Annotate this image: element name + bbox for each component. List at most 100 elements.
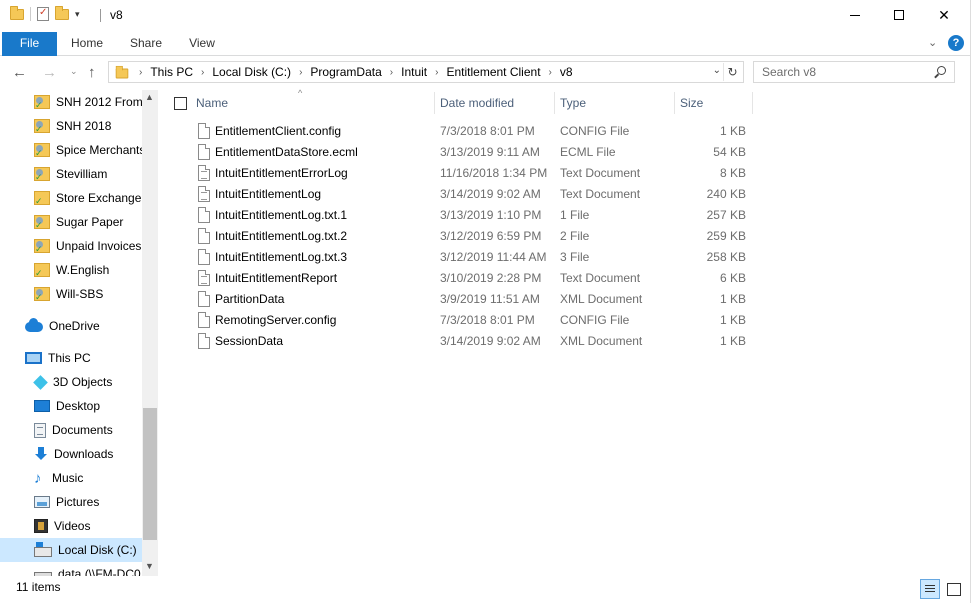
- navigation-pane: SNH 2012 From SNH 2018 Spice Merchants S…: [0, 90, 158, 576]
- minimize-button[interactable]: [832, 0, 878, 30]
- file-row[interactable]: RemotingServer.config 7/3/2018 8:01 PM C…: [192, 310, 752, 331]
- column-header-name[interactable]: Name: [196, 90, 432, 116]
- sidebar-item-onedrive[interactable]: OneDrive: [0, 314, 142, 338]
- file-type: CONFIG File: [560, 313, 630, 327]
- maximize-button[interactable]: [876, 0, 922, 30]
- up-arrow-icon[interactable]: ↑: [88, 64, 96, 81]
- details-view-icon[interactable]: [920, 579, 940, 599]
- file-row[interactable]: IntuitEntitlementReport 3/10/2019 2:28 P…: [192, 268, 752, 289]
- file-size: 259 KB: [706, 229, 746, 243]
- breadcrumb-this-pc[interactable]: This PC: [146, 65, 197, 79]
- sidebar-item-label: Documents: [52, 423, 113, 437]
- breadcrumb-local-disk[interactable]: Local Disk (C:): [208, 65, 295, 79]
- select-all-checkbox[interactable]: [174, 97, 187, 110]
- sidebar-item-downloads[interactable]: Downloads: [0, 442, 142, 466]
- column-divider[interactable]: [434, 92, 435, 114]
- sidebar-item-snh-2012-from[interactable]: SNH 2012 From: [0, 90, 142, 114]
- sidebar-item-3d-objects[interactable]: 3D Objects: [0, 370, 142, 394]
- tab-share[interactable]: Share: [120, 32, 172, 56]
- scroll-up-arrow-icon[interactable]: ▲: [145, 92, 154, 102]
- sidebar-item-store-exchange[interactable]: Store Exchange: [0, 186, 142, 210]
- file-row[interactable]: SessionData 3/14/2019 9:02 AM XML Docume…: [192, 331, 752, 352]
- breadcrumb-separator-icon[interactable]: ›: [545, 67, 556, 78]
- sidebar-item-network-drive[interactable]: data (\\FM-DC0: [0, 562, 142, 576]
- back-arrow-icon[interactable]: ←: [12, 64, 27, 81]
- qb-folder-icon: [34, 119, 50, 135]
- local-disk-icon: [34, 541, 52, 557]
- file-date: 3/10/2019 2:28 PM: [440, 271, 542, 285]
- customize-toolbar-dropdown-icon[interactable]: ▾: [75, 9, 80, 20]
- pictures-icon: [34, 496, 50, 508]
- column-header-date[interactable]: Date modified: [440, 90, 552, 116]
- search-input[interactable]: [754, 62, 924, 82]
- tab-view[interactable]: View: [178, 32, 226, 56]
- file-row[interactable]: IntuitEntitlementLog.txt.3 3/12/2019 11:…: [192, 247, 752, 268]
- sidebar-item-pictures[interactable]: Pictures: [0, 490, 142, 514]
- breadcrumb-programdata[interactable]: ProgramData: [306, 65, 385, 79]
- music-icon: ♪: [34, 469, 42, 487]
- column-header-type[interactable]: Type: [560, 90, 672, 116]
- close-button[interactable]: ✕: [921, 0, 967, 30]
- file-type: 3 File: [560, 250, 590, 264]
- folder-icon: [34, 191, 50, 207]
- sidebar-item-desktop[interactable]: Desktop: [0, 394, 142, 418]
- file-row[interactable]: IntuitEntitlementErrorLog 11/16/2018 1:3…: [192, 163, 752, 184]
- breadcrumb-v8[interactable]: v8: [556, 65, 577, 79]
- file-name: PartitionData: [215, 292, 285, 306]
- sidebar-item-unpaid-invoices[interactable]: Unpaid Invoices: [0, 234, 142, 258]
- sidebar-item-w-english[interactable]: W.English: [0, 258, 142, 282]
- sidebar-item-stevilliam[interactable]: Stevilliam: [0, 162, 142, 186]
- column-divider[interactable]: [554, 92, 555, 114]
- file-row[interactable]: IntuitEntitlementLog 3/14/2019 9:02 AM T…: [192, 184, 752, 205]
- help-icon[interactable]: ?: [948, 35, 964, 51]
- recent-locations-chevron-icon[interactable]: ⌄: [70, 66, 78, 77]
- search-box[interactable]: [753, 61, 955, 83]
- column-divider[interactable]: [752, 92, 753, 114]
- sidebar-scrollbar-thumb[interactable]: [143, 408, 157, 540]
- breadcrumb-intuit[interactable]: Intuit: [397, 65, 431, 79]
- large-icons-view-icon[interactable]: [943, 579, 963, 599]
- file-row[interactable]: PartitionData 3/9/2019 11:51 AM XML Docu…: [192, 289, 752, 310]
- sidebar-item-will-sbs[interactable]: Will-SBS: [0, 282, 142, 306]
- qb-folder-icon: [34, 215, 50, 231]
- column-header-size[interactable]: Size: [680, 90, 750, 116]
- file-name: IntuitEntitlementLog.txt.2: [215, 229, 348, 243]
- breadcrumb-separator-icon[interactable]: ›: [135, 67, 146, 78]
- refresh-icon[interactable]: ↻: [723, 63, 741, 81]
- sidebar-item-videos[interactable]: Videos: [0, 514, 142, 538]
- sidebar-item-spice-merchants[interactable]: Spice Merchants: [0, 138, 142, 162]
- breadcrumb-entitlement-client[interactable]: Entitlement Client: [442, 65, 544, 79]
- sidebar-item-this-pc[interactable]: This PC: [0, 346, 142, 370]
- search-icon[interactable]: [937, 66, 946, 75]
- sidebar-item-snh-2018[interactable]: SNH 2018: [0, 114, 142, 138]
- ribbon: File Home Share View ⌄ ?: [0, 32, 971, 56]
- address-dropdown-chevron-icon[interactable]: ⌄: [713, 65, 721, 76]
- file-row[interactable]: EntitlementClient.config 7/3/2018 8:01 P…: [192, 121, 752, 142]
- file-row[interactable]: EntitlementDataStore.ecml 3/13/2019 9:11…: [192, 142, 752, 163]
- scroll-down-arrow-icon[interactable]: ▼: [145, 561, 154, 571]
- sidebar-item-music[interactable]: ♪ Music: [0, 466, 142, 490]
- file-date: 3/13/2019 9:11 AM: [440, 145, 540, 159]
- sidebar-item-label: Downloads: [54, 447, 114, 461]
- file-row[interactable]: IntuitEntitlementLog.txt.1 3/13/2019 1:1…: [192, 205, 752, 226]
- breadcrumb-separator-icon[interactable]: ›: [197, 67, 208, 78]
- sidebar-item-label: Videos: [54, 519, 91, 533]
- address-bar[interactable]: › This PC › Local Disk (C:) › ProgramDat…: [108, 61, 744, 83]
- file-row[interactable]: IntuitEntitlementLog.txt.2 3/12/2019 6:5…: [192, 226, 752, 247]
- file-size: 6 KB: [719, 271, 746, 285]
- sidebar-item-documents[interactable]: Documents: [0, 418, 142, 442]
- file-date: 3/14/2019 9:02 AM: [440, 334, 541, 348]
- tab-file[interactable]: File: [2, 32, 57, 56]
- file-date: 3/14/2019 9:02 AM: [440, 187, 541, 201]
- properties-icon[interactable]: [37, 7, 49, 21]
- breadcrumb-separator-icon[interactable]: ›: [386, 67, 397, 78]
- new-folder-icon[interactable]: [55, 5, 69, 20]
- tab-home[interactable]: Home: [60, 32, 114, 56]
- sidebar-item-local-disk[interactable]: Local Disk (C:): [0, 538, 142, 562]
- forward-arrow-icon[interactable]: →: [42, 64, 57, 81]
- breadcrumb-separator-icon[interactable]: ›: [295, 67, 306, 78]
- column-divider[interactable]: [674, 92, 675, 114]
- sidebar-item-sugar-paper[interactable]: Sugar Paper: [0, 210, 142, 234]
- expand-ribbon-chevron-icon[interactable]: ⌄: [928, 36, 937, 49]
- breadcrumb-separator-icon[interactable]: ›: [431, 67, 442, 78]
